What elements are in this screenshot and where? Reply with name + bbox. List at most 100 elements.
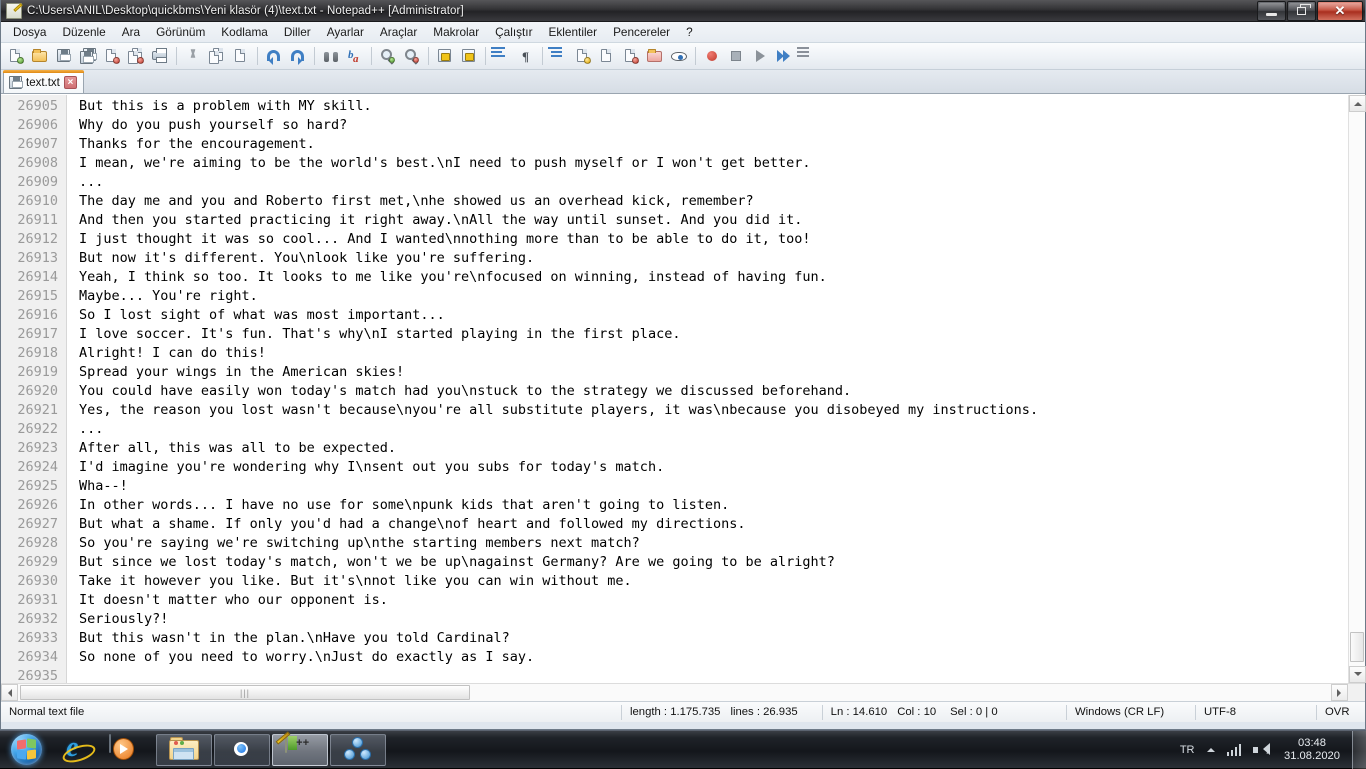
editor-line[interactable]: Seriously?!: [79, 610, 1348, 629]
horizontal-scroll-track[interactable]: |||: [18, 684, 1331, 701]
close-file-button[interactable]: [100, 45, 124, 68]
word-wrap-button[interactable]: [490, 45, 514, 68]
editor-line[interactable]: After all, this was all to be expected.: [79, 439, 1348, 458]
title-bar[interactable]: C:\Users\ANIL\Desktop\quickbms\Yeni klas…: [1, 0, 1365, 22]
menu-item-duzenle[interactable]: Düzenle: [54, 23, 113, 41]
editor-line[interactable]: But now it's different. You\nlook like y…: [79, 249, 1348, 268]
menu-item-dosya[interactable]: Dosya: [5, 23, 54, 41]
editor-line[interactable]: But since we lost today's match, won't w…: [79, 553, 1348, 572]
editor-line[interactable]: But this wasn't in the plan.\nHave you t…: [79, 629, 1348, 648]
editor-line[interactable]: Yeah, I think so too. It looks to me lik…: [79, 268, 1348, 287]
taskbar-notepad-plus-plus[interactable]: ++: [272, 730, 328, 766]
menu-item-diller[interactable]: Diller: [276, 23, 319, 41]
sync-vertical-scroll-button[interactable]: [433, 45, 457, 68]
taskbar-molecule-app[interactable]: [330, 733, 386, 766]
zoom-in-button[interactable]: [376, 45, 400, 68]
show-all-characters-button[interactable]: ¶: [514, 45, 538, 68]
horizontal-scroll-thumb[interactable]: |||: [20, 685, 470, 700]
replace-button[interactable]: ba: [343, 45, 367, 68]
editor-line[interactable]: Maybe... You're right.: [79, 287, 1348, 306]
editor-line[interactable]: ...: [79, 173, 1348, 192]
vertical-scroll-track[interactable]: [1349, 112, 1365, 666]
editor-line[interactable]: Why do you push yourself so hard?: [79, 116, 1348, 135]
minimize-button[interactable]: [1257, 0, 1286, 21]
editor-line[interactable]: Spread your wings in the American skies!: [79, 363, 1348, 382]
taskbar-windows-media-player[interactable]: [102, 733, 146, 766]
editor-line[interactable]: The day me and you and Roberto first met…: [79, 192, 1348, 211]
text-editor[interactable]: But this is a problem with MY skill. Why …: [67, 95, 1348, 683]
show-hidden-icons-button[interactable]: [1201, 744, 1221, 755]
maximize-button[interactable]: [1287, 0, 1316, 21]
taskbar-google-chrome[interactable]: [214, 733, 270, 766]
editor-line[interactable]: [79, 667, 1348, 683]
run-button[interactable]: [796, 45, 820, 68]
horizontal-scrollbar[interactable]: |||: [1, 683, 1365, 701]
scroll-right-button[interactable]: [1331, 684, 1348, 701]
monitoring-button[interactable]: [667, 45, 691, 68]
editor-line[interactable]: Thanks for the encouragement.: [79, 135, 1348, 154]
sync-horizontal-scroll-button[interactable]: [457, 45, 481, 68]
editor-line[interactable]: So none of you need to worry.\nJust do e…: [79, 648, 1348, 667]
menu-item-araclar[interactable]: Araçlar: [372, 23, 425, 41]
editor-line[interactable]: But this is a problem with MY skill.: [79, 97, 1348, 116]
tab-text-txt[interactable]: text.txt ×: [3, 70, 84, 93]
scroll-left-button[interactable]: [1, 684, 18, 701]
editor-line[interactable]: It doesn't matter who our opponent is.: [79, 591, 1348, 610]
scroll-down-button[interactable]: [1349, 666, 1366, 683]
menu-item-eklentiler[interactable]: Eklentiler: [541, 23, 606, 41]
network-button[interactable]: [1221, 743, 1248, 756]
editor-line[interactable]: You could have easily won today's match …: [79, 382, 1348, 401]
editor-line[interactable]: I'd imagine you're wondering why I\nsent…: [79, 458, 1348, 477]
editor-line[interactable]: And then you started practicing it right…: [79, 211, 1348, 230]
editor-line[interactable]: Wha--!: [79, 477, 1348, 496]
editor-line[interactable]: Yes, the reason you lost wasn't because\…: [79, 401, 1348, 420]
vertical-scroll-thumb[interactable]: [1350, 632, 1364, 662]
find-button[interactable]: [319, 45, 343, 68]
menu-item-ayarlar[interactable]: Ayarlar: [319, 23, 372, 41]
close-all-button[interactable]: [124, 45, 148, 68]
menu-item-help[interactable]: ?: [678, 23, 701, 41]
vertical-scrollbar[interactable]: [1348, 95, 1366, 683]
volume-button[interactable]: [1247, 743, 1274, 756]
menu-item-kodlama[interactable]: Kodlama: [213, 23, 276, 41]
editor-line[interactable]: Alright! I can do this!: [79, 344, 1348, 363]
scroll-up-button[interactable]: [1349, 95, 1366, 112]
redo-button[interactable]: [286, 45, 310, 68]
editor-line[interactable]: I love soccer. It's fun. That's why\nI s…: [79, 325, 1348, 344]
copy-button[interactable]: [205, 45, 229, 68]
editor-line[interactable]: Take it however you like. But it's\nnot …: [79, 572, 1348, 591]
folder-as-workspace-button[interactable]: [643, 45, 667, 68]
open-file-button[interactable]: [28, 45, 52, 68]
menu-item-gorunum[interactable]: Görünüm: [148, 23, 213, 41]
stop-recording-button[interactable]: [724, 45, 748, 68]
editor-scroll-area[interactable]: 26905 26906 26907 26908 26909 26910 26911 26912…: [1, 95, 1348, 683]
editor-line[interactable]: So I lost sight of what was most importa…: [79, 306, 1348, 325]
editor-line[interactable]: I mean, we're aiming to be the world's b…: [79, 154, 1348, 173]
editor-line[interactable]: So you're saying we're switching up\nthe…: [79, 534, 1348, 553]
menu-item-ara[interactable]: Ara: [114, 23, 148, 41]
menu-item-makrolar[interactable]: Makrolar: [425, 23, 487, 41]
editor-line[interactable]: I just thought it was so cool... And I w…: [79, 230, 1348, 249]
menu-item-calistir[interactable]: Çalıştır: [487, 23, 540, 41]
undo-button[interactable]: [262, 45, 286, 68]
play-macro-button[interactable]: [748, 45, 772, 68]
paste-button[interactable]: [229, 45, 253, 68]
show-desktop-button[interactable]: [1352, 730, 1366, 769]
start-button[interactable]: [2, 733, 50, 767]
indent-guide-button[interactable]: [547, 45, 571, 68]
new-file-button[interactable]: [4, 45, 28, 68]
editor-line[interactable]: In other words... I have no use for some…: [79, 496, 1348, 515]
record-macro-button[interactable]: [700, 45, 724, 68]
document-map-button[interactable]: [595, 45, 619, 68]
save-button[interactable]: [52, 45, 76, 68]
function-list-button[interactable]: [619, 45, 643, 68]
clock[interactable]: 03:48 31.08.2020: [1274, 737, 1348, 763]
taskbar-internet-explorer[interactable]: [56, 732, 100, 766]
taskbar-file-explorer[interactable]: [156, 733, 212, 766]
tab-close-icon[interactable]: ×: [63, 76, 77, 89]
editor-line[interactable]: ...: [79, 420, 1348, 439]
language-indicator[interactable]: TR: [1174, 744, 1201, 756]
close-button[interactable]: ✕: [1317, 0, 1363, 21]
menu-item-pencereler[interactable]: Pencereler: [605, 23, 678, 41]
run-macro-multiple-button[interactable]: [772, 45, 796, 68]
